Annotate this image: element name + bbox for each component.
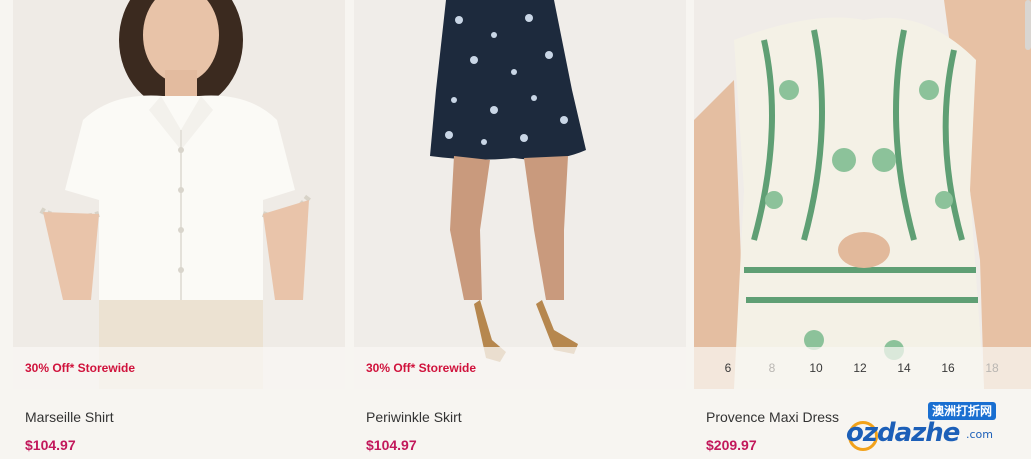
size-option: 8 — [768, 361, 776, 375]
size-option[interactable]: 14 — [882, 361, 926, 375]
size-option: 18 — [985, 361, 999, 375]
product-grid: 30% Off* Storewide Marseille Shirt $104.… — [0, 0, 1031, 459]
watermark-text: ozdazhe — [846, 418, 960, 448]
product-card-marseille-shirt[interactable]: 30% Off* Storewide Marseille Shirt $104.… — [13, 0, 345, 459]
watermark-suffix: .com — [966, 428, 993, 441]
promo-label: 30% Off* Storewide — [25, 361, 136, 375]
product-card-periwinkle-skirt[interactable]: 30% Off* Storewide Periwinkle Skirt $104… — [354, 0, 686, 459]
skirt-photo-illustration — [354, 0, 686, 389]
size-option[interactable]: 6 — [706, 361, 750, 375]
size-option[interactable]: 10 — [794, 361, 838, 375]
product-image[interactable]: 6 8 10 12 14 16 18 — [694, 0, 1031, 389]
scrollbar[interactable] — [1025, 0, 1031, 50]
promo-banner: 30% Off* Storewide — [13, 347, 345, 389]
size-selector: 6 8 10 12 14 16 18 — [694, 347, 1031, 389]
shirt-photo-illustration — [13, 0, 345, 389]
product-card-provence-maxi-dress[interactable]: 6 8 10 12 14 16 18 Provence Maxi Dress $209.97 — [694, 0, 1031, 459]
watermark-logo: 澳洲打折网 ozdazhe .com — [846, 402, 1026, 452]
product-price: $209.97 — [706, 437, 757, 453]
product-price: $104.97 — [366, 437, 417, 453]
size-option[interactable]: 12 — [838, 361, 882, 375]
size-option[interactable]: 16 — [926, 361, 970, 375]
promo-label: 30% Off* Storewide — [366, 361, 477, 375]
promo-banner: 30% Off* Storewide — [354, 347, 686, 389]
product-image[interactable]: 30% Off* Storewide — [354, 0, 686, 389]
product-price: $104.97 — [25, 437, 76, 453]
product-name[interactable]: Provence Maxi Dress — [706, 409, 839, 425]
dress-photo-illustration — [694, 0, 1031, 389]
product-image[interactable]: 30% Off* Storewide — [13, 0, 345, 389]
product-name[interactable]: Marseille Shirt — [25, 409, 114, 425]
product-name[interactable]: Periwinkle Skirt — [366, 409, 462, 425]
